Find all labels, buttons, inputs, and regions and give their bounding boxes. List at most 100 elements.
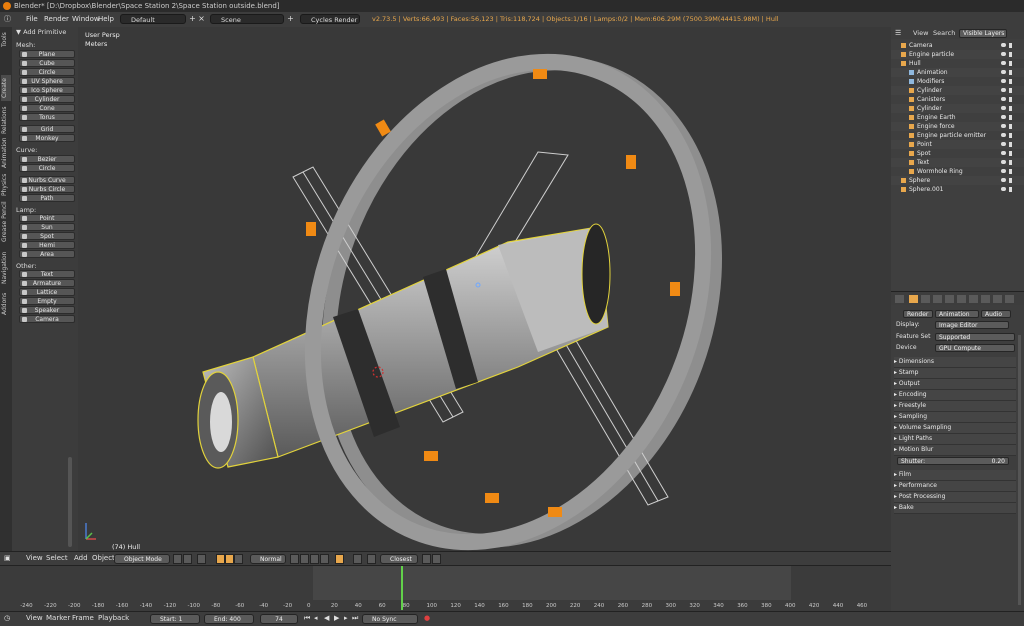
snap-target-select[interactable]: Closest	[380, 554, 418, 564]
menu-help[interactable]: Help	[98, 12, 114, 27]
editor-type-properties-icon[interactable]	[895, 295, 904, 303]
add-curve-circle-button[interactable]: Circle	[19, 164, 75, 172]
manipulator-toggle[interactable]	[197, 554, 206, 564]
opengl-render-button[interactable]	[432, 554, 441, 564]
properties-panel-header[interactable]: ▸ Output	[894, 379, 1016, 390]
timeline-area[interactable]: -240 -220 -200 -180 -160 -140 -120 -100 -80 -60 -4…	[0, 565, 891, 612]
tab-relations[interactable]: Relations	[1, 105, 11, 135]
visibility-eye-icon[interactable]	[1001, 43, 1006, 47]
selectability-cursor-icon[interactable]	[1009, 88, 1012, 93]
current-frame-field[interactable]: 74	[260, 614, 298, 624]
selectability-cursor-icon[interactable]	[1009, 70, 1012, 75]
selectability-cursor-icon[interactable]	[1009, 178, 1012, 183]
toolshelf-scrollbar[interactable]	[68, 457, 72, 547]
add-scene-button[interactable]: +	[286, 14, 295, 24]
add-primitive-header[interactable]: ▼ Add Primitive	[16, 28, 66, 36]
properties-panel-header[interactable]: ▸ Bake	[894, 503, 1016, 514]
visibility-eye-icon[interactable]	[1001, 187, 1006, 191]
add-camera-button[interactable]: Camera	[19, 315, 75, 323]
constraints-context-icon[interactable]	[969, 295, 978, 303]
selectability-cursor-icon[interactable]	[1009, 61, 1012, 66]
scene-context-icon[interactable]	[933, 295, 942, 303]
translate-manipulator-button[interactable]	[216, 554, 225, 564]
visibility-eye-icon[interactable]	[1001, 79, 1006, 83]
visibility-eye-icon[interactable]	[1001, 124, 1006, 128]
visibility-eye-icon[interactable]	[1001, 106, 1006, 110]
record-icon[interactable]: ●	[424, 612, 430, 625]
add-path-button[interactable]: Path	[19, 194, 75, 202]
tab-addons[interactable]: Addons	[1, 291, 11, 317]
add-empty-button[interactable]: Empty	[19, 297, 75, 305]
visibility-eye-icon[interactable]	[1001, 160, 1006, 164]
outliner-row[interactable]: Engine particle	[891, 50, 1024, 59]
selectability-cursor-icon[interactable]	[1009, 106, 1012, 111]
add-cone-button[interactable]: Cone	[19, 104, 75, 112]
viewport-shading-button[interactable]	[173, 554, 182, 564]
layer-button-2[interactable]	[300, 554, 309, 564]
object-context-icon[interactable]	[957, 295, 966, 303]
add-plane-button[interactable]: Plane	[19, 50, 75, 58]
add-uv-sphere-button[interactable]: UV Sphere	[19, 77, 75, 85]
add-cube-button[interactable]: Cube	[19, 59, 75, 67]
add-layout-button[interactable]: +	[188, 14, 197, 24]
render-preview-button[interactable]	[422, 554, 431, 564]
selectability-cursor-icon[interactable]	[1009, 124, 1012, 129]
selectability-cursor-icon[interactable]	[1009, 151, 1012, 156]
menu-playback[interactable]: Playback	[98, 612, 129, 625]
outliner-row[interactable]: Cylinder	[891, 104, 1024, 113]
modifiers-context-icon[interactable]	[981, 295, 990, 303]
transform-orientation-select[interactable]: Normal	[250, 554, 286, 564]
outliner-row[interactable]: Engine force	[891, 122, 1024, 131]
add-cylinder-button[interactable]: Cylinder	[19, 95, 75, 103]
outliner-row[interactable]: Sphere.001	[891, 185, 1024, 194]
jump-end-icon[interactable]: ⏭	[352, 612, 358, 625]
add-armature-button[interactable]: Armature	[19, 279, 75, 287]
visibility-eye-icon[interactable]	[1001, 97, 1006, 101]
properties-scrollbar[interactable]	[1018, 335, 1021, 605]
selectability-cursor-icon[interactable]	[1009, 142, 1012, 147]
outliner-menu-search[interactable]: Search	[933, 29, 955, 37]
properties-panel-header[interactable]: ▸ Freestyle	[894, 401, 1016, 412]
sync-mode-select[interactable]: No Sync	[362, 614, 418, 624]
selectability-cursor-icon[interactable]	[1009, 52, 1012, 57]
menu-select[interactable]: Select	[46, 552, 68, 565]
visibility-eye-icon[interactable]	[1001, 133, 1006, 137]
interaction-mode-select[interactable]: Object Mode	[114, 554, 170, 564]
add-nurbs-circle-button[interactable]: Nurbs Circle	[19, 185, 75, 193]
editor-type-icon[interactable]: ⓘ	[4, 12, 11, 27]
scene-select[interactable]: Scene	[210, 14, 284, 24]
tab-physics[interactable]: Physics	[1, 173, 11, 197]
world-context-icon[interactable]	[945, 295, 954, 303]
add-lattice-button[interactable]: Lattice	[19, 288, 75, 296]
properties-panel-header[interactable]: ▸ Stamp	[894, 368, 1016, 379]
outliner-row[interactable]: Wormhole Ring	[891, 167, 1024, 176]
shutter-field[interactable]: Shutter: 0.20	[897, 457, 1009, 465]
properties-panel-header[interactable]: ▸ Light Paths	[894, 434, 1016, 445]
visibility-eye-icon[interactable]	[1001, 52, 1006, 56]
add-nurbs-curve-button[interactable]: Nurbs Curve	[19, 176, 75, 184]
audio-button[interactable]: Audio	[981, 310, 1011, 318]
tab-grease-pencil[interactable]: Grease Pencil	[1, 199, 11, 245]
display-select[interactable]: Image Editor	[935, 321, 1009, 329]
rotate-manipulator-button[interactable]	[225, 554, 234, 564]
visibility-eye-icon[interactable]	[1001, 142, 1006, 146]
add-point-lamp-button[interactable]: Point	[19, 214, 75, 222]
outliner-row[interactable]: Engine particle emitter	[891, 131, 1024, 140]
render-engine-select[interactable]: Cycles Render	[300, 14, 360, 24]
render-context-icon[interactable]	[909, 295, 918, 303]
properties-panel-header[interactable]: ▸ Motion Blur	[894, 445, 1016, 456]
add-spot-lamp-button[interactable]: Spot	[19, 232, 75, 240]
outliner-menu-view[interactable]: View	[913, 29, 928, 37]
outliner-row[interactable]: Cylinder	[891, 86, 1024, 95]
outliner-row[interactable]: Animation	[891, 68, 1024, 77]
outliner-row[interactable]: Text	[891, 158, 1024, 167]
menu-add[interactable]: Add	[74, 552, 88, 565]
outliner-row[interactable]: Modifiers	[891, 77, 1024, 86]
tab-animation[interactable]: Animation	[1, 137, 11, 169]
selectability-cursor-icon[interactable]	[1009, 115, 1012, 120]
end-frame-field[interactable]: End: 400	[204, 614, 254, 624]
outliner-row[interactable]: Spot	[891, 149, 1024, 158]
play-icon[interactable]: ▶	[334, 612, 339, 625]
play-reverse-icon[interactable]: ◀	[324, 612, 329, 625]
tab-navigation[interactable]: Navigation	[1, 249, 11, 287]
